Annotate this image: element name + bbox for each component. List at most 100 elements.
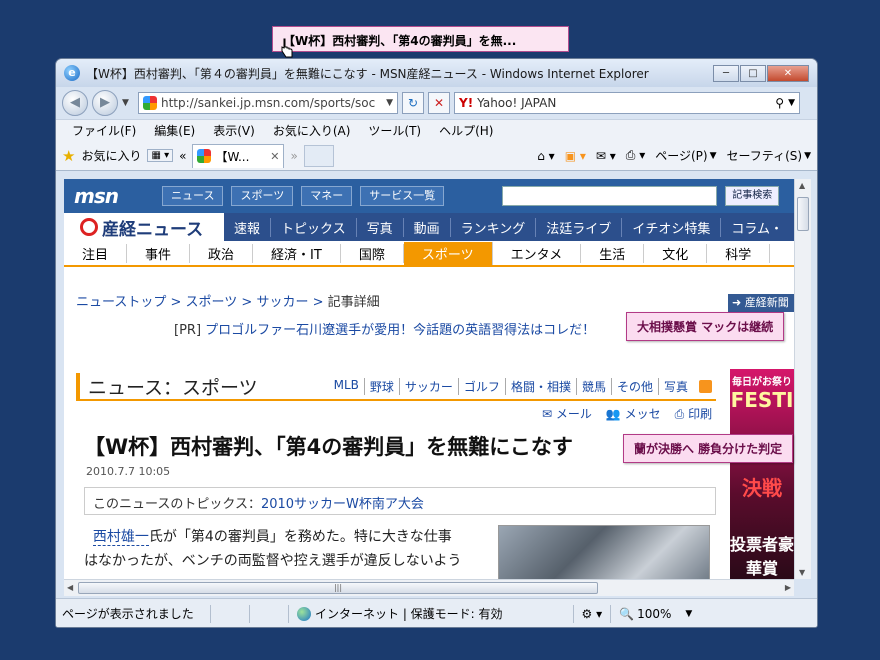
- home-icon[interactable]: ⌂ ▾: [537, 149, 554, 163]
- sublink-golf[interactable]: ゴルフ: [459, 377, 506, 395]
- msn-nav-services[interactable]: サービス一覧: [360, 186, 445, 206]
- page-menu[interactable]: ページ(P): [655, 147, 707, 164]
- close-button[interactable]: ✕: [767, 64, 809, 82]
- scroll-left-icon[interactable]: ◀: [67, 583, 73, 592]
- horizontal-scrollbar[interactable]: ◀ ||| ▶: [64, 579, 794, 596]
- ad-text-1: 毎日がお祭り: [732, 377, 792, 388]
- sankei-newspaper-button[interactable]: ➜ 産経新聞: [728, 294, 794, 312]
- scroll-down-icon[interactable]: ▼: [799, 568, 805, 577]
- menu-edit[interactable]: 編集(E): [154, 122, 195, 139]
- menu-help[interactable]: ヘルプ(H): [439, 122, 493, 139]
- security-zone[interactable]: インターネット | 保護モード: 有効: [315, 605, 503, 622]
- cat-economy[interactable]: 経済・IT: [253, 243, 341, 263]
- sublink-photo[interactable]: 写真: [659, 378, 693, 395]
- zoom-dropdown-icon[interactable]: ▼: [685, 609, 692, 619]
- breadcrumb-soccer[interactable]: サッカー: [256, 295, 308, 310]
- new-tab-button[interactable]: [303, 144, 334, 167]
- menu-favorites[interactable]: お気に入り(A): [273, 122, 351, 139]
- popup-sumo[interactable]: 大相撲懸賞 マックは継続: [626, 312, 785, 341]
- sankei-link-ranking[interactable]: ランキング: [451, 217, 537, 237]
- vertical-scrollbar[interactable]: ▲ ▼: [794, 179, 811, 579]
- breadcrumb-news-top[interactable]: ニューストップ: [76, 295, 166, 310]
- menu-view[interactable]: 表示(V): [213, 122, 255, 139]
- sankei-link-photo[interactable]: 写真: [357, 217, 404, 237]
- mail-tool[interactable]: ✉ メール: [542, 405, 592, 422]
- address-bar[interactable]: http://sankei.jp.msn.com/sports/soc ▼: [138, 92, 398, 114]
- cat-sports[interactable]: スポーツ: [403, 241, 493, 265]
- safety-menu[interactable]: セーフティ(S): [727, 147, 803, 164]
- sublink-mlb[interactable]: MLB: [329, 377, 365, 395]
- section-rss-icon[interactable]: [699, 379, 712, 393]
- sublink-soccer[interactable]: サッカー: [400, 377, 459, 395]
- cat-incidents[interactable]: 事件: [127, 243, 191, 263]
- cat-life[interactable]: 生活: [581, 243, 645, 263]
- sublink-baseball[interactable]: 野球: [365, 377, 400, 395]
- search-icon[interactable]: ⚲: [775, 96, 784, 110]
- pr-link[interactable]: プロゴルファー石川遼選手が愛用！今話題の英語習得法はコレだ！: [205, 323, 595, 338]
- zoom-level[interactable]: 100%: [637, 607, 671, 621]
- sublink-other[interactable]: その他: [612, 377, 659, 395]
- msn-nav-news[interactable]: ニュース: [162, 186, 224, 206]
- msn-search-input[interactable]: [502, 186, 718, 206]
- popup-netherlands[interactable]: 蘭が決勝へ 勝負分けた判定: [623, 434, 794, 463]
- article-photo[interactable]: [498, 525, 710, 579]
- address-dropdown-icon[interactable]: ▼: [386, 98, 393, 108]
- page-menu-chevron-icon[interactable]: ▼: [710, 151, 717, 161]
- rss-feed-icon[interactable]: ▣ ▾: [565, 149, 586, 163]
- menu-tools[interactable]: ツール(T): [368, 122, 421, 139]
- sankei-logo[interactable]: 産経ニュース: [64, 213, 224, 241]
- back-button[interactable]: ◀: [62, 90, 88, 116]
- msn-logo[interactable]: msn: [74, 184, 154, 208]
- sankei-link-court[interactable]: 法廷ライブ: [536, 217, 623, 237]
- print-icon[interactable]: ⎙ ▾: [626, 148, 645, 163]
- cat-international[interactable]: 国際: [341, 243, 404, 263]
- menu-file[interactable]: ファイル(F): [72, 122, 136, 139]
- sublink-horse-racing[interactable]: 競馬: [577, 377, 612, 395]
- refresh-button[interactable]: ↻: [402, 92, 424, 114]
- forward-button[interactable]: ▶: [92, 90, 118, 116]
- breadcrumb-sports[interactable]: スポーツ: [186, 295, 238, 310]
- horizontal-scroll-thumb[interactable]: |||: [78, 582, 598, 594]
- sankei-link-video[interactable]: 動画: [404, 217, 451, 237]
- msn-nav-money[interactable]: マネー: [301, 186, 353, 206]
- scroll-right-icon[interactable]: ▶: [785, 583, 791, 592]
- body-person-link[interactable]: 西村雄一: [92, 529, 149, 546]
- search-box[interactable]: Y! Yahoo! JAPAN ⚲ ▼: [454, 92, 800, 114]
- minimize-button[interactable]: ─: [713, 64, 739, 82]
- cat-featured[interactable]: 注目: [64, 243, 128, 263]
- tab-scroll-icon[interactable]: »: [290, 149, 297, 163]
- search-options-icon[interactable]: ▼: [788, 98, 795, 108]
- privacy-icon[interactable]: ⚙ ▾: [582, 607, 603, 621]
- sublink-martial-sumo[interactable]: 格闘・相撲: [506, 377, 577, 395]
- sankei-link-feature[interactable]: イチオシ特集: [622, 217, 722, 237]
- print-tool[interactable]: ⎙ 印刷: [675, 405, 712, 422]
- favorites-star-icon[interactable]: ★: [62, 147, 75, 165]
- safety-menu-chevron-icon[interactable]: ▼: [804, 151, 811, 161]
- tab-close-icon[interactable]: ✕: [270, 150, 279, 163]
- favorites-button[interactable]: お気に入り: [81, 147, 141, 164]
- sankei-header: 産経ニュース 速報 トピックス 写真 動画 ランキング 法廷ライブ イチオシ特集…: [64, 213, 794, 241]
- history-dropdown[interactable]: ▼: [122, 98, 134, 108]
- messenger-tool[interactable]: 👥 メッセ: [606, 405, 661, 422]
- tab-current[interactable]: 【W... ✕: [192, 143, 285, 168]
- msn-nav-sports[interactable]: スポーツ: [231, 186, 294, 206]
- cat-entertainment[interactable]: エンタメ: [493, 243, 582, 263]
- zoom-icon[interactable]: 🔍: [619, 607, 634, 621]
- tab-list-icon[interactable]: «: [179, 149, 186, 163]
- quick-tabs-icon[interactable]: ▦ ▾: [147, 149, 174, 162]
- ad-banner[interactable]: 毎日がお祭り FESTI 決戦 投票者豪華賞: [730, 369, 794, 579]
- messenger-tool-label: メッセ: [624, 407, 661, 421]
- vertical-scroll-thumb[interactable]: [797, 197, 809, 231]
- sankei-link-breaking[interactable]: 速報: [224, 217, 272, 237]
- cat-science[interactable]: 科学: [707, 243, 771, 263]
- msn-search-button[interactable]: 記事検索: [725, 186, 780, 206]
- sankei-link-column[interactable]: コラム・: [721, 218, 793, 237]
- mail-icon[interactable]: ✉ ▾: [596, 149, 616, 163]
- topic-link[interactable]: 2010サッカーW杯南ア大会: [261, 497, 424, 512]
- cat-culture[interactable]: 文化: [644, 243, 708, 263]
- maximize-button[interactable]: □: [740, 64, 766, 82]
- scroll-up-icon[interactable]: ▲: [799, 181, 805, 190]
- stop-button[interactable]: ✕: [428, 92, 450, 114]
- cat-politics[interactable]: 政治: [190, 243, 254, 263]
- sankei-link-topics[interactable]: トピックス: [271, 217, 357, 237]
